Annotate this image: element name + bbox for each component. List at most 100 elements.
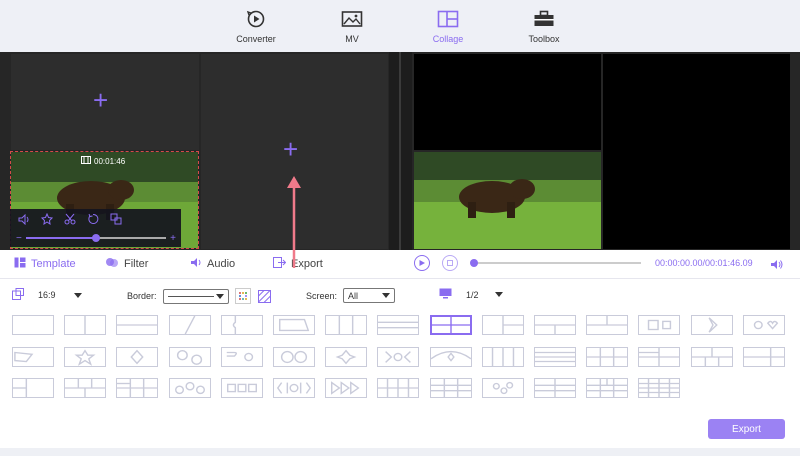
template-option[interactable] [116, 346, 159, 367]
clip-duration-badge: 00:01:46 [81, 156, 125, 166]
add-media-icon[interactable]: + [93, 87, 108, 113]
panel-tabs: Template Filter Audio Export [0, 250, 400, 278]
template-option[interactable] [325, 378, 368, 398]
crop-icon[interactable] [110, 213, 122, 225]
template-option[interactable] [534, 378, 576, 398]
template-option[interactable] [12, 378, 54, 398]
template-option[interactable] [116, 378, 159, 398]
template-option[interactable] [586, 315, 629, 335]
volume-track[interactable] [25, 234, 167, 242]
template-option[interactable] [325, 315, 368, 335]
template-option[interactable] [220, 315, 263, 335]
effect-icon[interactable] [41, 213, 53, 225]
tab-audio[interactable]: Audio [190, 257, 235, 271]
page-control[interactable]: 1/2 [439, 288, 503, 301]
template-option[interactable] [534, 346, 576, 367]
playback-timecode: 00:00:00.00/00:01:46.09 [655, 258, 753, 268]
chevron-down-icon[interactable] [73, 292, 82, 298]
template-option[interactable] [12, 346, 54, 367]
template-option[interactable] [168, 378, 211, 398]
nav-converter-label: Converter [236, 34, 276, 44]
template-option[interactable] [742, 315, 785, 335]
player-volume-icon[interactable] [770, 257, 783, 275]
hatch-icon [258, 289, 272, 303]
nav-collage-label: Collage [432, 34, 464, 44]
template-option[interactable] [481, 378, 524, 398]
template-option[interactable] [12, 315, 54, 335]
template-option[interactable] [690, 315, 733, 335]
template-option[interactable] [377, 346, 420, 367]
template-option[interactable] [481, 346, 524, 367]
template-option[interactable] [742, 346, 785, 367]
play-button[interactable] [414, 255, 430, 271]
screen-label: Screen: [306, 290, 338, 301]
border-color-button[interactable] [234, 288, 251, 304]
annotation-arrow [287, 176, 301, 268]
template-option[interactable] [168, 346, 211, 367]
collage-cell-top-left[interactable]: + [11, 54, 199, 150]
toolbox-icon [533, 8, 555, 30]
template-option[interactable] [273, 378, 315, 398]
output-cell-video [414, 152, 601, 249]
template-option[interactable] [273, 315, 315, 335]
seek-bar[interactable] [470, 259, 641, 267]
filter-icon [105, 257, 119, 271]
tab-template[interactable]: Template [14, 257, 76, 271]
nav-mv[interactable]: MV [304, 0, 400, 52]
template-option[interactable] [534, 315, 576, 335]
volume-icon[interactable] [18, 213, 30, 225]
aspect-ratio-control[interactable]: 16:9 [12, 288, 82, 302]
page-value: 1/2 [466, 289, 479, 300]
template-option[interactable] [481, 315, 524, 335]
template-option[interactable] [377, 315, 420, 335]
template-option[interactable] [116, 315, 159, 335]
border-style-select[interactable] [162, 288, 229, 304]
template-option[interactable] [64, 378, 107, 398]
screen-select[interactable]: All [343, 288, 396, 303]
app-window: Converter MV Collage Toolbox + + 00:01:4… [0, 0, 800, 456]
template-option[interactable] [220, 346, 263, 367]
nav-toolbox-label: Toolbox [528, 34, 560, 44]
bottom-strip [0, 448, 800, 456]
template-option[interactable] [690, 346, 733, 367]
template-option[interactable] [168, 315, 211, 335]
template-option[interactable] [64, 315, 107, 335]
volume-plus-icon[interactable]: + [170, 233, 176, 244]
template-option[interactable] [638, 378, 681, 398]
template-option[interactable] [586, 346, 629, 367]
template-option[interactable] [325, 346, 368, 367]
template-option[interactable] [429, 378, 472, 398]
template-option[interactable] [377, 378, 420, 398]
template-option[interactable] [220, 378, 263, 398]
template-option[interactable] [638, 346, 681, 367]
stop-button[interactable] [442, 255, 458, 271]
nav-converter[interactable]: Converter [208, 0, 304, 52]
template-option[interactable] [429, 346, 472, 367]
tab-filter[interactable]: Filter [105, 257, 148, 271]
panel-divider [389, 52, 412, 250]
nav-mv-label: MV [345, 34, 359, 44]
template-icon [14, 257, 26, 271]
volume-slider[interactable]: − + [16, 233, 176, 244]
nav-toolbox[interactable]: Toolbox [496, 0, 592, 52]
add-media-icon[interactable]: + [283, 136, 298, 162]
seek-knob[interactable] [470, 259, 478, 267]
template-option[interactable] [273, 346, 315, 367]
aspect-ratio-value: 16:9 [38, 290, 56, 300]
player-controls: 00:00:00.00/00:01:46.09 [404, 250, 800, 276]
template-option[interactable] [429, 315, 472, 335]
clip-edit-toolbar: − + [10, 209, 181, 247]
monitor-icon [439, 288, 452, 301]
layout-options: 16:9 Border: Screen: All 1/2 [0, 278, 800, 308]
scissors-icon[interactable] [64, 213, 76, 225]
rotate-icon[interactable] [87, 213, 99, 225]
template-option[interactable] [638, 315, 681, 335]
volume-minus-icon[interactable]: − [16, 233, 22, 244]
volume-knob[interactable] [92, 234, 100, 242]
template-option[interactable] [64, 346, 107, 367]
export-button[interactable]: Export [708, 419, 785, 439]
template-option[interactable] [586, 378, 629, 398]
nav-collage[interactable]: Collage [400, 0, 496, 52]
border-pattern-button[interactable] [257, 288, 273, 304]
border-control: Border: [127, 288, 273, 304]
